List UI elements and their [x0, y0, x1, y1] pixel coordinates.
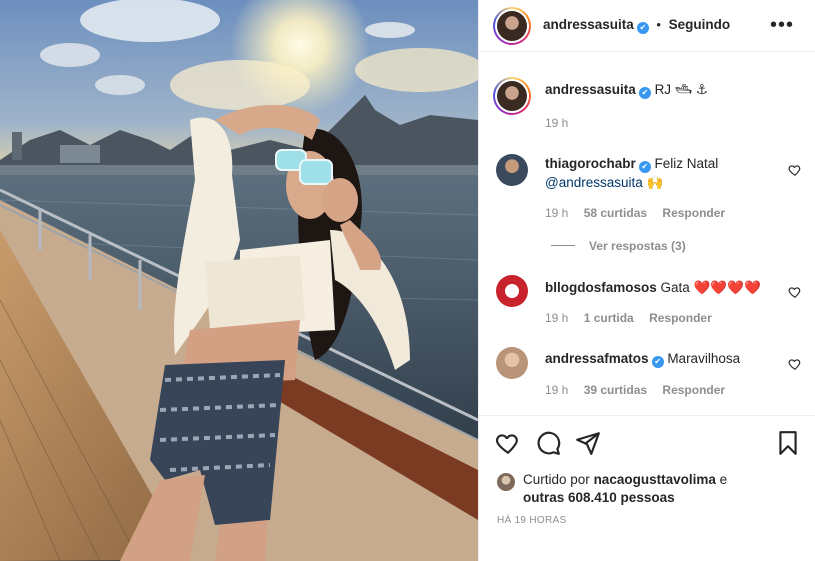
comment-text: Gata ❤️❤️❤️❤️	[660, 280, 761, 295]
comment-meta: 19 h 1 curtida Responder	[545, 311, 724, 325]
comment: bllogdosfamosos Gata ❤️❤️❤️❤️	[545, 278, 761, 297]
post-photo[interactable]	[0, 0, 478, 561]
liker-username[interactable]: nacaogusttavolima	[594, 472, 716, 487]
comment-username[interactable]: bllogdosfamosos	[545, 280, 657, 295]
comment-text: Feliz Natal	[654, 156, 719, 171]
reply-button[interactable]: Responder	[649, 311, 712, 325]
author-username[interactable]: andressasuita	[543, 17, 634, 32]
view-replies-label: Ver respostas (3)	[589, 239, 686, 253]
comment-avatar[interactable]	[496, 275, 528, 307]
post-header: andressasuita ✔ • Seguindo •••	[479, 0, 815, 52]
caption-meta: 19 h	[545, 116, 580, 130]
comment-avatar[interactable]	[496, 347, 528, 379]
comment-meta: 19 h 39 curtidas Responder	[545, 383, 737, 397]
comment-likes[interactable]: 58 curtidas	[584, 206, 647, 220]
likes-prefix: Curtido por	[523, 472, 590, 487]
author-info: andressasuita ✔ • Seguindo	[543, 17, 730, 34]
following-button[interactable]: Seguindo	[669, 17, 731, 32]
author-avatar[interactable]	[493, 7, 531, 45]
comment-time[interactable]: 19 h	[545, 206, 568, 220]
comment-username[interactable]: thiagorochabr	[545, 156, 636, 171]
heart-icon[interactable]	[788, 163, 802, 177]
comment-likes[interactable]: 39 curtidas	[584, 383, 647, 397]
comment-likes[interactable]: 1 curtida	[584, 311, 634, 325]
photo-scene	[0, 0, 478, 561]
post-timestamp[interactable]: HÁ 19 HORAS	[497, 515, 566, 526]
verified-icon: ✔	[638, 87, 651, 99]
like-heart-icon[interactable]	[495, 430, 521, 456]
heart-icon[interactable]	[788, 357, 802, 371]
comment-mention[interactable]: @andressasuita	[545, 175, 643, 190]
post-side-panel: andressasuita ✔ • Seguindo ••• andressasu…	[478, 0, 815, 561]
comment-icon[interactable]	[535, 430, 561, 456]
comment-emoji: 🙌	[646, 175, 664, 190]
caption-avatar[interactable]	[493, 77, 531, 115]
comment-avatar[interactable]	[496, 154, 528, 186]
comment-text: Maravilhosa	[667, 351, 741, 366]
comment: andressafmatos ✔ Maravilhosa	[545, 349, 740, 368]
likes-connector: e	[719, 472, 728, 487]
comment-time[interactable]: 19 h	[545, 383, 568, 397]
liker-avatar[interactable]	[497, 473, 515, 491]
comments-list: andressasuita ✔ RJ 🛥 ⚓ 19 h thiagorochabr…	[479, 53, 815, 415]
comment: thiagorochabr ✔ Feliz Natal @andressasuit…	[545, 154, 718, 192]
verified-icon: ✔	[638, 161, 651, 173]
verified-icon: ✔	[651, 356, 664, 368]
likes-others[interactable]: outras 608.410 pessoas	[523, 490, 675, 505]
verified-icon: ✔	[636, 22, 649, 34]
more-horizontal-icon[interactable]: •••	[770, 14, 794, 37]
reply-button[interactable]: Responder	[662, 206, 725, 220]
view-replies-button[interactable]: Ver respostas (3)	[551, 239, 686, 253]
share-icon[interactable]	[575, 430, 601, 456]
post-actions: Curtido por nacaogusttavolima e outras 6…	[479, 415, 815, 561]
replies-line	[551, 245, 575, 246]
comment-time[interactable]: 19 h	[545, 311, 568, 325]
header-separator: •	[656, 17, 661, 32]
caption: andressasuita ✔ RJ 🛥 ⚓	[545, 80, 708, 99]
caption-text: RJ 🛥 ⚓	[654, 82, 708, 97]
comment-username[interactable]: andressafmatos	[545, 351, 649, 366]
heart-icon[interactable]	[788, 285, 802, 299]
reply-button[interactable]: Responder	[662, 383, 725, 397]
comment-meta: 19 h 58 curtidas Responder	[545, 206, 737, 220]
bookmark-icon[interactable]	[775, 430, 801, 456]
likes-summary[interactable]: Curtido por nacaogusttavolima e outras 6…	[523, 471, 813, 507]
caption-time[interactable]: 19 h	[545, 116, 568, 130]
caption-username[interactable]: andressasuita	[545, 82, 636, 97]
